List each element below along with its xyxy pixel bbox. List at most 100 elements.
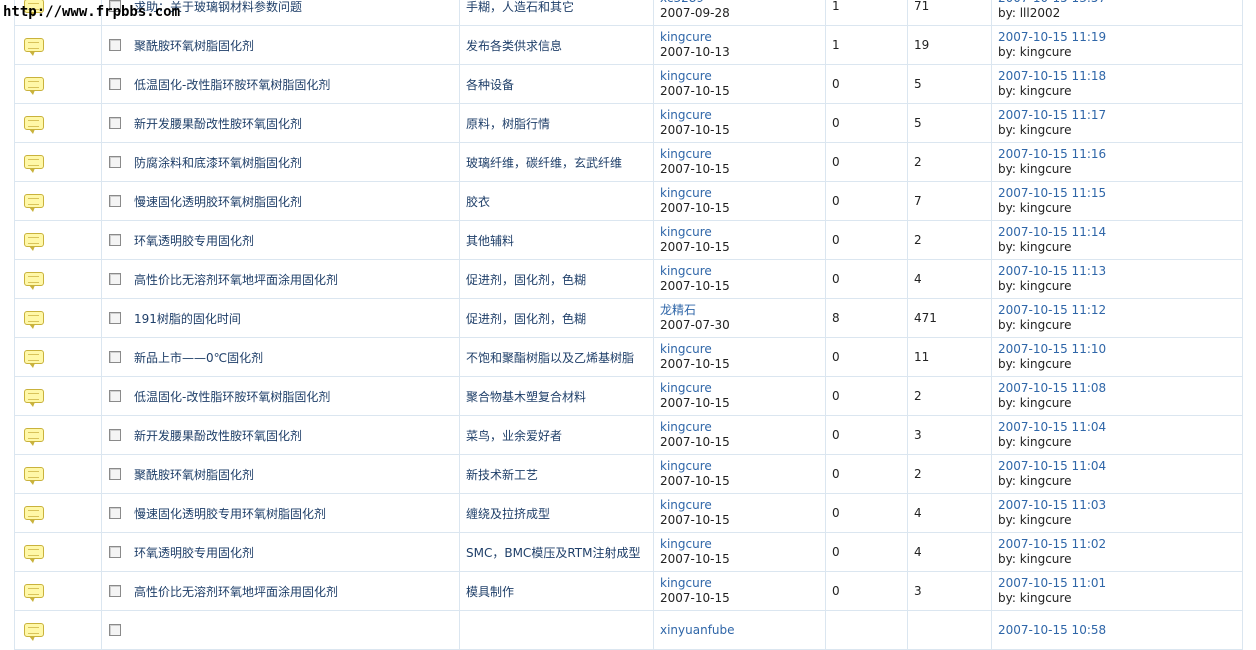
thread-title-link[interactable]: 环氧透明胶专用固化剂: [134, 234, 254, 248]
forum-link[interactable]: 原料，树脂行情: [466, 117, 550, 131]
thread-forum-cell: 不饱和聚酯树脂以及乙烯基树脂: [459, 337, 654, 377]
last-post-cell: 2007-10-15 11:04 by: kingcure: [991, 454, 1243, 494]
author-link[interactable]: kingcure: [660, 342, 819, 357]
last-post-time-link[interactable]: 2007-10-15 11:03: [998, 498, 1236, 513]
thread-forum-cell: 发布各类供求信息: [459, 25, 654, 65]
forum-link[interactable]: 新技术新工艺: [466, 468, 538, 482]
thread-title-link[interactable]: 低温固化-改性脂环胺环氧树脂固化剂: [134, 390, 330, 404]
thread-status-cell: [14, 259, 102, 299]
forum-link[interactable]: 聚合物基木塑复合材料: [466, 390, 586, 404]
thread-title-cell: 慢速固化透明胶专用环氧树脂固化剂: [101, 493, 460, 533]
thread-title-link[interactable]: 环氧透明胶专用固化剂: [134, 546, 254, 560]
thread-title-link[interactable]: 高性价比无溶剂环氧地坪面涂用固化剂: [134, 273, 338, 287]
thread-row: 低温固化-改性脂环胺环氧树脂固化剂 各种设备 kingcure 2007-10-…: [14, 64, 1243, 104]
thread-title-link[interactable]: 慢速固化透明胶专用环氧树脂固化剂: [134, 507, 326, 521]
author-link[interactable]: kingcure: [660, 186, 819, 201]
author-link[interactable]: kingcure: [660, 420, 819, 435]
forum-link[interactable]: 其他辅料: [466, 234, 514, 248]
thread-title-link[interactable]: 聚酰胺环氧树脂固化剂: [134, 468, 254, 482]
author-link[interactable]: kingcure: [660, 147, 819, 162]
last-post-time-link[interactable]: 2007-10-15 11:01: [998, 576, 1236, 591]
forum-link[interactable]: 缠绕及拉挤成型: [466, 507, 550, 521]
select-checkbox[interactable]: [109, 195, 121, 207]
last-post-time-link[interactable]: 2007-10-15 11:15: [998, 186, 1236, 201]
last-post-time-link[interactable]: 2007-10-15 11:17: [998, 108, 1236, 123]
post-date: 2007-10-15: [660, 123, 730, 137]
last-post-time-link[interactable]: 2007-10-15 11:08: [998, 381, 1236, 396]
last-post-time-link[interactable]: 2007-10-15 11:16: [998, 147, 1236, 162]
author-link[interactable]: kingcure: [660, 225, 819, 240]
select-checkbox[interactable]: [109, 429, 121, 441]
thread-forum-cell: SMC，BMC模压及RTM注射成型: [459, 532, 654, 572]
thread-title-cell: 聚酰胺环氧树脂固化剂: [101, 25, 460, 65]
thread-author-cell: xc3289 2007-09-28: [653, 0, 826, 26]
last-post-time-link[interactable]: 2007-10-15 11:10: [998, 342, 1236, 357]
author-link[interactable]: kingcure: [660, 264, 819, 279]
author-link[interactable]: kingcure: [660, 498, 819, 513]
thread-title-link[interactable]: 慢速固化透明胶环氧树脂固化剂: [134, 195, 302, 209]
forum-link[interactable]: 发布各类供求信息: [466, 39, 562, 53]
thread-title-link[interactable]: 新开发腰果酚改性胺环氧固化剂: [134, 429, 302, 443]
author-link[interactable]: kingcure: [660, 576, 819, 591]
thread-author-cell: kingcure 2007-10-15: [653, 454, 826, 494]
select-checkbox[interactable]: [109, 468, 121, 480]
last-post-cell: 2007-10-15 11:12 by: kingcure: [991, 298, 1243, 338]
forum-link[interactable]: 促进剂，固化剂，色糊: [466, 312, 586, 326]
thread-title-link[interactable]: 191树脂的固化时间: [134, 312, 241, 326]
forum-link[interactable]: 模具制作: [466, 585, 514, 599]
last-post-time-link[interactable]: 2007-10-15 11:02: [998, 537, 1236, 552]
forum-link[interactable]: SMC，BMC模压及RTM注射成型: [466, 546, 640, 560]
last-post-time-link[interactable]: 2007-10-15 11:04: [998, 459, 1236, 474]
select-checkbox[interactable]: [109, 585, 121, 597]
author-link[interactable]: 龙精石: [660, 303, 819, 318]
last-post-time-link[interactable]: 2007-10-15 11:13: [998, 264, 1236, 279]
forum-link[interactable]: 各种设备: [466, 78, 514, 92]
forum-link[interactable]: 促进剂，固化剂，色糊: [466, 273, 586, 287]
thread-title-link[interactable]: 低温固化-改性脂环胺环氧树脂固化剂: [134, 78, 330, 92]
forum-link[interactable]: 胶衣: [466, 195, 490, 209]
author-link[interactable]: kingcure: [660, 459, 819, 474]
reply-count: 0: [825, 220, 908, 260]
last-post-time-link[interactable]: 2007-10-15 11:12: [998, 303, 1236, 318]
select-checkbox[interactable]: [109, 117, 121, 129]
select-checkbox[interactable]: [109, 234, 121, 246]
last-post-author: by: kingcure: [998, 357, 1072, 371]
select-checkbox[interactable]: [109, 546, 121, 558]
thread-title-link[interactable]: 聚酰胺环氧树脂固化剂: [134, 39, 254, 53]
author-link[interactable]: kingcure: [660, 69, 819, 84]
select-checkbox[interactable]: [109, 507, 121, 519]
thread-author-cell: kingcure 2007-10-15: [653, 493, 826, 533]
last-post-time-link[interactable]: 2007-10-15 11:14: [998, 225, 1236, 240]
select-checkbox[interactable]: [109, 78, 121, 90]
view-count: 3: [907, 571, 992, 611]
thread-title-link[interactable]: 新开发腰果酚改性胺环氧固化剂: [134, 117, 302, 131]
author-link[interactable]: kingcure: [660, 30, 819, 45]
thread-forum-cell: 其他辅料: [459, 220, 654, 260]
view-count: 19: [907, 25, 992, 65]
reply-count: 0: [825, 532, 908, 572]
author-link[interactable]: kingcure: [660, 537, 819, 552]
post-date: 2007-10-15: [660, 201, 730, 215]
select-checkbox[interactable]: [109, 390, 121, 402]
thread-author-cell: kingcure 2007-10-15: [653, 415, 826, 455]
select-checkbox[interactable]: [109, 624, 121, 637]
thread-title-link[interactable]: 高性价比无溶剂环氧地坪面涂用固化剂: [134, 585, 338, 599]
last-post-time-link[interactable]: 2007-10-15 11:19: [998, 30, 1236, 45]
forum-link[interactable]: 玻璃纤维，碳纤维，玄武纤维: [466, 156, 622, 170]
forum-link[interactable]: 手糊，人造石和其它: [466, 0, 574, 14]
select-checkbox[interactable]: [109, 39, 121, 51]
thread-title-link[interactable]: 新品上市——0℃固化剂: [134, 351, 263, 365]
last-post-time-link[interactable]: 2007-10-15 11:18: [998, 69, 1236, 84]
select-checkbox[interactable]: [109, 156, 121, 168]
select-checkbox[interactable]: [109, 351, 121, 363]
thread-list-table: 求助：关于玻璃钢材料参数问题 手糊，人造石和其它 xc3289 2007-09-…: [14, 0, 1243, 650]
select-checkbox[interactable]: [109, 273, 121, 285]
select-checkbox[interactable]: [109, 312, 121, 324]
forum-link[interactable]: 菜鸟，业余爱好者: [466, 429, 562, 443]
author-link[interactable]: kingcure: [660, 381, 819, 396]
thread-title-link[interactable]: 防腐涂料和底漆环氧树脂固化剂: [134, 156, 302, 170]
forum-link[interactable]: 不饱和聚酯树脂以及乙烯基树脂: [466, 351, 634, 365]
thread-title-cell: 高性价比无溶剂环氧地坪面涂用固化剂: [101, 259, 460, 299]
author-link[interactable]: kingcure: [660, 108, 819, 123]
last-post-time-link[interactable]: 2007-10-15 11:04: [998, 420, 1236, 435]
